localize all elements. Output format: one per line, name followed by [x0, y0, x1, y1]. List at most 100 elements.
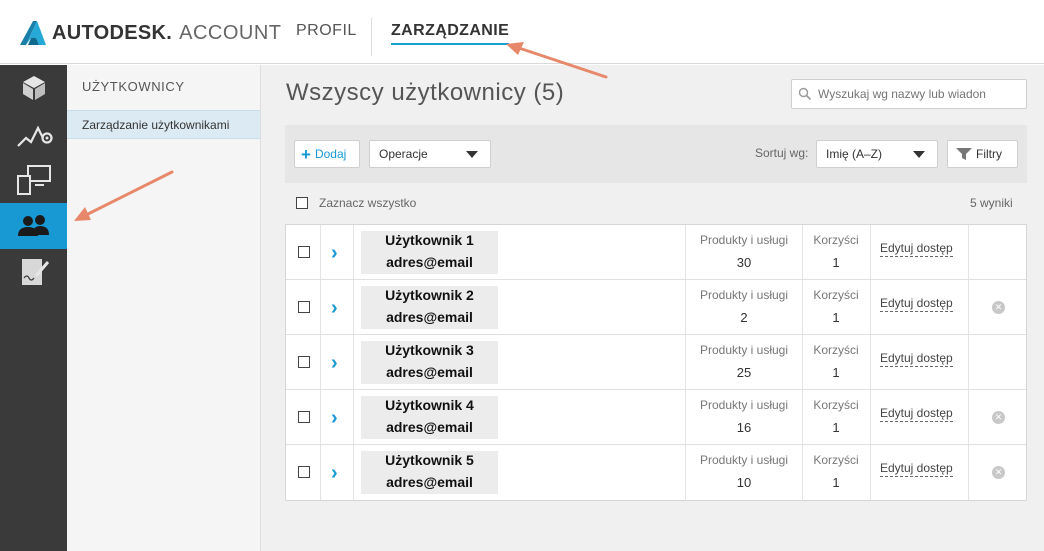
remove-user-icon[interactable]: ✕	[992, 301, 1005, 314]
column-divider	[968, 280, 969, 334]
chevron-right-icon[interactable]: ›	[331, 242, 338, 265]
column-divider	[353, 225, 354, 279]
filter-icon	[956, 148, 972, 160]
row-checkbox[interactable]	[298, 356, 310, 368]
products-count: 16	[736, 420, 752, 435]
user-name: Użytkownik 2	[385, 287, 474, 303]
remove-user-icon[interactable]: ✕	[992, 411, 1005, 424]
autodesk-logo[interactable]: AUTODESK. ACCOUNT	[20, 20, 282, 46]
edit-access-link[interactable]: Edytuj dostęp	[880, 406, 953, 422]
user-identity[interactable]: Użytkownik 2 adres@email	[361, 286, 498, 329]
sort-dropdown[interactable]: Imię (A–Z)	[816, 140, 938, 168]
rail-item-users[interactable]	[0, 203, 67, 249]
benefits-label: Korzyści	[813, 398, 859, 412]
brand-subtitle: ACCOUNT	[179, 21, 282, 44]
table-row[interactable]: › Użytkownik 1 adres@email Produkty i usług…	[286, 225, 1026, 280]
benefits-count: 1	[832, 475, 840, 490]
column-divider	[870, 445, 871, 500]
box-icon	[22, 76, 45, 100]
column-divider	[353, 335, 354, 389]
devices-icon	[16, 165, 51, 195]
filters-label: Filtry	[976, 147, 1002, 161]
column-divider	[320, 280, 321, 334]
column-divider	[870, 335, 871, 389]
analytics-icon	[16, 125, 53, 147]
document-sign-icon	[21, 259, 49, 285]
chevron-right-icon[interactable]: ›	[331, 407, 338, 430]
row-checkbox[interactable]	[298, 301, 310, 313]
nav-tab-zarzadzanie[interactable]: ZARZĄDZANIE	[391, 22, 510, 45]
column-divider	[870, 390, 871, 444]
select-all-label: Zaznacz wszystko	[319, 196, 417, 210]
products-label: Produkty i usługi	[699, 453, 789, 467]
user-identity[interactable]: Użytkownik 5 adres@email	[361, 451, 498, 494]
edit-access-link[interactable]: Edytuj dostęp	[880, 241, 953, 257]
nav-tab-profil[interactable]: PROFIL	[296, 22, 357, 40]
column-divider	[968, 390, 969, 444]
rail-item-products[interactable]	[0, 65, 67, 111]
user-email: adres@email	[386, 309, 473, 325]
subnav-item-user-management[interactable]: Zarządzanie użytkownikami	[67, 110, 260, 139]
table-row[interactable]: › Użytkownik 4 adres@email Produkty i usług…	[286, 390, 1026, 445]
column-divider	[353, 445, 354, 500]
column-divider	[353, 280, 354, 334]
filters-button[interactable]: Filtry	[947, 140, 1018, 168]
operations-dropdown[interactable]: Operacje	[369, 140, 491, 168]
user-email: adres@email	[386, 474, 473, 490]
page-title: Wszyscy użytkownicy (5)	[286, 79, 565, 106]
column-divider	[870, 225, 871, 279]
select-all-checkbox[interactable]	[296, 197, 308, 209]
user-name: Użytkownik 5	[385, 452, 474, 468]
plus-icon: +	[301, 144, 311, 164]
rail-item-devices[interactable]	[0, 157, 67, 203]
products-label: Produkty i usługi	[699, 343, 789, 357]
benefits-count: 1	[832, 310, 840, 325]
chevron-right-icon[interactable]: ›	[331, 462, 338, 485]
column-divider	[320, 390, 321, 444]
user-name: Użytkownik 1	[385, 232, 474, 248]
remove-user-icon[interactable]: ✕	[992, 466, 1005, 479]
edit-access-link[interactable]: Edytuj dostęp	[880, 461, 953, 477]
products-label: Produkty i usługi	[699, 288, 789, 302]
user-name: Użytkownik 4	[385, 397, 474, 413]
user-email: adres@email	[386, 419, 473, 435]
table-row[interactable]: › Użytkownik 2 adres@email Produkty i usług…	[286, 280, 1026, 335]
user-identity[interactable]: Użytkownik 1 adres@email	[361, 231, 498, 274]
products-label: Produkty i usługi	[699, 233, 789, 247]
column-divider	[320, 335, 321, 389]
select-all[interactable]: Zaznacz wszystko	[296, 196, 416, 210]
search-input[interactable]	[818, 87, 1018, 101]
column-divider	[968, 335, 969, 389]
add-user-button[interactable]: + Dodaj	[294, 140, 360, 168]
main-content: Wszyscy użytkownicy (5) + Dodaj Operacje…	[261, 65, 1044, 551]
row-checkbox[interactable]	[298, 466, 310, 478]
user-identity[interactable]: Użytkownik 3 adres@email	[361, 341, 498, 384]
products-count: 10	[736, 475, 752, 490]
edit-access-link[interactable]: Edytuj dostęp	[880, 351, 953, 367]
chevron-right-icon[interactable]: ›	[331, 352, 338, 375]
benefits-label: Korzyści	[813, 343, 859, 357]
edit-access-link[interactable]: Edytuj dostęp	[880, 296, 953, 312]
column-divider	[870, 280, 871, 334]
table-row[interactable]: › Użytkownik 5 adres@email Produkty i usług…	[286, 445, 1026, 500]
search-box[interactable]	[791, 79, 1027, 109]
operations-label: Operacje	[379, 147, 428, 161]
column-divider	[968, 225, 969, 279]
table-row[interactable]: › Użytkownik 3 adres@email Produkty i usług…	[286, 335, 1026, 390]
chevron-down-icon	[913, 151, 925, 158]
benefits-count: 1	[832, 365, 840, 380]
row-checkbox[interactable]	[298, 411, 310, 423]
brand-name: AUTODESK.	[52, 21, 173, 44]
sub-navigation: UŻYTKOWNICY Zarządzanie użytkownikami	[67, 65, 261, 551]
benefits-label: Korzyści	[813, 453, 859, 467]
subnav-heading: UŻYTKOWNICY	[82, 79, 185, 94]
row-checkbox[interactable]	[298, 246, 310, 258]
products-count: 2	[740, 310, 748, 325]
rail-item-reports[interactable]	[0, 111, 67, 157]
products-count: 25	[736, 365, 752, 380]
user-email: adres@email	[386, 364, 473, 380]
user-identity[interactable]: Użytkownik 4 adres@email	[361, 396, 498, 439]
chevron-right-icon[interactable]: ›	[331, 297, 338, 320]
rail-item-contracts[interactable]	[0, 249, 67, 295]
user-name: Użytkownik 3	[385, 342, 474, 358]
